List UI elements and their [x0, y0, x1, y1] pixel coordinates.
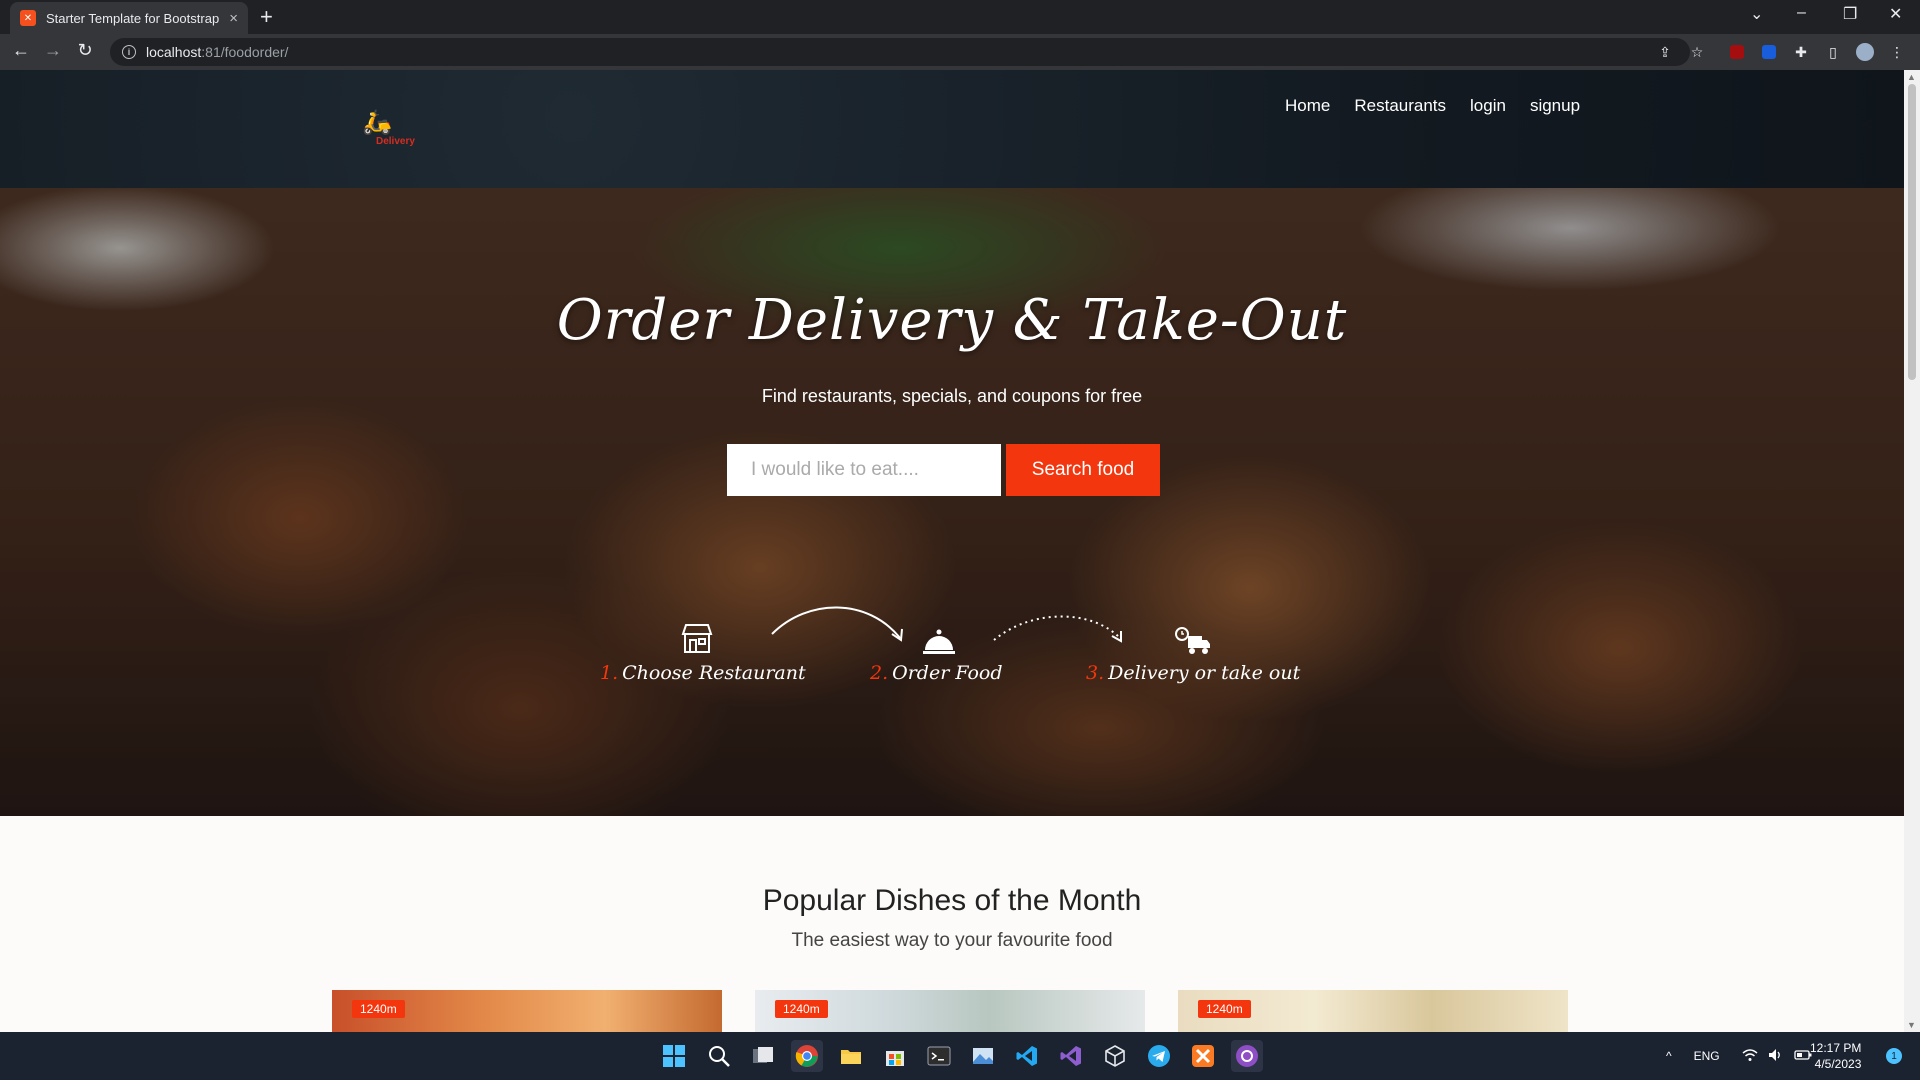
step-order-food: 2. Order Food	[870, 662, 1003, 684]
chevron-up-icon[interactable]: ^	[1666, 1049, 1672, 1063]
profile-avatar[interactable]	[1855, 42, 1875, 62]
new-tab-button[interactable]: +	[260, 4, 273, 30]
scrollbar-thumb[interactable]	[1908, 84, 1916, 380]
taskbar-clock[interactable]: 12:17 PM 4/5/2023	[1810, 1040, 1861, 1072]
browser-tab[interactable]: ✕ Starter Template for Bootstrap ×	[10, 2, 248, 34]
dotted-arrow-icon	[993, 615, 1122, 643]
ublock-extension-icon[interactable]	[1727, 42, 1747, 62]
nav-login[interactable]: login	[1470, 96, 1506, 116]
step-delivery: 3. Delivery or take out	[1086, 662, 1300, 684]
task-view-icon[interactable]	[747, 1040, 779, 1072]
reload-icon[interactable]: ↻	[72, 40, 98, 61]
nav-restaurants[interactable]: Restaurants	[1354, 96, 1446, 116]
search-icon[interactable]	[703, 1040, 735, 1072]
logo-text: Delivery	[376, 136, 415, 147]
wifi-icon[interactable]	[1742, 1048, 1758, 1065]
windows-start-icon[interactable]	[658, 1040, 690, 1072]
language-indicator[interactable]: ENG	[1694, 1049, 1720, 1063]
visual-studio-icon[interactable]	[1055, 1040, 1087, 1072]
file-explorer-icon[interactable]	[835, 1040, 867, 1072]
back-arrow-icon[interactable]: ←	[8, 40, 34, 61]
popular-section-subtitle: The easiest way to your favourite food	[791, 930, 1113, 951]
search-food-button[interactable]: Search food	[1006, 444, 1160, 496]
hero-subtitle: Find restaurants, specials, and coupons …	[761, 386, 1143, 406]
page-viewport: 🛵 Delivery Home Restaurants login signup…	[0, 70, 1904, 1032]
distance-badge: 1240m	[775, 1000, 828, 1018]
step-label: Order Food	[892, 662, 1003, 684]
xampp-icon[interactable]	[1187, 1040, 1219, 1072]
tab-close-icon[interactable]: ×	[229, 10, 238, 27]
dish-card[interactable]: 1240m	[332, 990, 722, 1032]
distance-badge: 1240m	[1198, 1000, 1251, 1018]
page-scrollbar[interactable]: ▲ ▼	[1904, 70, 1920, 1032]
xampp-favicon-icon: ✕	[20, 10, 36, 26]
cloche-icon	[922, 628, 956, 663]
delivery-scooter-icon: 🛵	[362, 109, 392, 136]
bookmark-star-icon[interactable]: ☆	[1687, 42, 1707, 62]
dish-card[interactable]: 1240m	[755, 990, 1145, 1032]
share-icon[interactable]: ⇪	[1655, 42, 1675, 62]
hero-banner: Order Delivery & Take-Out Find restauran…	[0, 188, 1904, 816]
scroll-up-icon[interactable]: ▲	[1907, 72, 1916, 82]
photos-icon[interactable]	[967, 1040, 999, 1072]
chrome-menu-icon[interactable]: ⋮	[1887, 42, 1907, 62]
volume-icon[interactable]	[1768, 1048, 1784, 1065]
dish-card[interactable]: 1240m	[1178, 990, 1568, 1032]
microsoft-store-icon[interactable]	[879, 1040, 911, 1072]
forward-arrow-icon[interactable]: →	[40, 40, 66, 61]
3d-viewer-icon[interactable]	[1099, 1040, 1131, 1072]
vscode-icon[interactable]	[1011, 1040, 1043, 1072]
step-label: Choose Restaurant	[622, 662, 806, 684]
address-bar[interactable]: i localhost :81/foodorder/	[110, 38, 1690, 66]
tab-search-icon[interactable]: ⌄	[1750, 4, 1763, 24]
scroll-down-icon[interactable]: ▼	[1907, 1020, 1916, 1030]
step-number: 3.	[1086, 662, 1105, 684]
hero-overlay	[0, 188, 1904, 816]
bitwarden-extension-icon[interactable]	[1759, 42, 1779, 62]
hero-title: Order Delivery & Take-Out	[556, 288, 1348, 353]
battery-icon[interactable]	[1794, 1049, 1812, 1064]
side-panel-icon[interactable]: ▯	[1823, 42, 1843, 62]
main-nav: Home Restaurants login signup	[1261, 96, 1580, 116]
tab-title: Starter Template for Bootstrap	[46, 10, 220, 26]
browser-toolbar: ← → ↻ i localhost :81/foodorder/ ⇪ ☆ ✚ ▯…	[0, 34, 1920, 70]
nav-home[interactable]: Home	[1285, 96, 1330, 116]
step-number: 2.	[870, 662, 889, 684]
chrome-taskbar-icon[interactable]	[791, 1040, 823, 1072]
browser-tab-bar: ✕ Starter Template for Bootstrap × + ⌄ –…	[0, 0, 1920, 34]
step-label: Delivery or take out	[1108, 662, 1301, 684]
restore-button[interactable]: ❐	[1843, 4, 1857, 24]
url-host: localhost	[146, 44, 202, 60]
terminal-icon[interactable]	[923, 1040, 955, 1072]
store-icon	[680, 622, 714, 663]
extensions-puzzle-icon[interactable]: ✚	[1791, 42, 1811, 62]
site-info-icon[interactable]: i	[122, 45, 136, 59]
minimize-button[interactable]: –	[1797, 4, 1806, 22]
github-desktop-icon[interactable]	[1231, 1040, 1263, 1072]
food-search-input[interactable]	[727, 444, 1001, 496]
notification-badge[interactable]: 1	[1886, 1048, 1902, 1064]
step-number: 1.	[600, 662, 619, 684]
close-window-button[interactable]: ✕	[1889, 4, 1902, 24]
telegram-icon[interactable]	[1143, 1040, 1175, 1072]
distance-badge: 1240m	[352, 1000, 405, 1018]
clock-time: 12:17 PM	[1810, 1041, 1862, 1055]
site-logo[interactable]: 🛵 Delivery	[358, 108, 418, 148]
popular-section-title: Popular Dishes of the Month	[762, 884, 1142, 917]
windows-taskbar: ^ ENG 12:17 PM 4/5/2023 1	[0, 1032, 1920, 1080]
delivery-truck-icon	[1174, 626, 1212, 663]
nav-signup[interactable]: signup	[1530, 96, 1580, 116]
site-header: 🛵 Delivery Home Restaurants login signup	[0, 70, 1904, 188]
clock-date: 4/5/2023	[1814, 1057, 1862, 1071]
step-choose-restaurant: 1. Choose Restaurant	[600, 662, 806, 684]
url-path: :81/foodorder/	[201, 44, 289, 60]
system-tray: ^ ENG	[1666, 1032, 1812, 1080]
curved-arrow-icon	[771, 606, 903, 642]
